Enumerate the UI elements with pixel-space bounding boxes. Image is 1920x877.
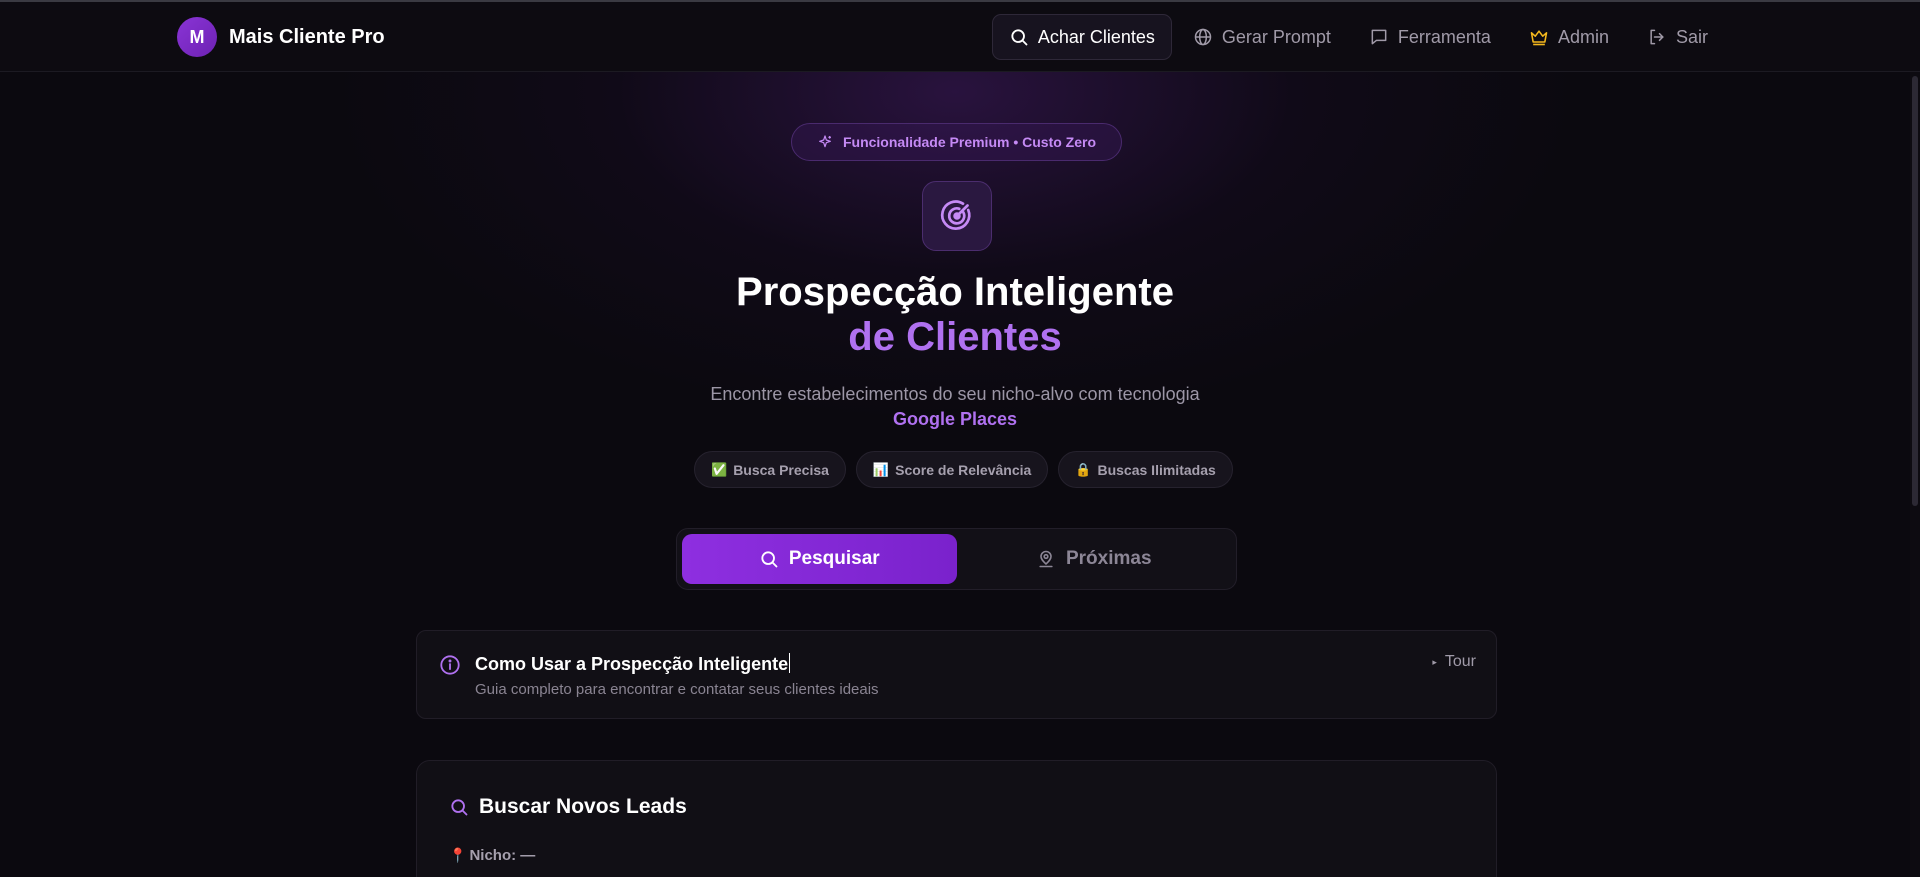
feature-pill-label: Buscas Ilimitadas [1097, 461, 1216, 478]
brand-name: Mais Cliente Pro [229, 25, 385, 48]
niche-label: 📍 Nicho: — [449, 847, 535, 864]
nav-item-label: Sair [1675, 26, 1708, 47]
nav-item-achar-clientes[interactable]: Achar Clientes [991, 14, 1172, 60]
play-icon: ▸ [1432, 656, 1437, 667]
page-title-highlight: de Clientes [848, 315, 1062, 359]
help-title: Como Usar a Prospecção Inteligente [475, 653, 791, 675]
help-guide-card[interactable]: Como Usar a Prospecção Inteligente Guia … [416, 630, 1497, 719]
page-title: Prospecção Inteligente [736, 270, 1174, 314]
hero-icon-box [922, 181, 992, 251]
bar-chart-icon: 📊 [872, 461, 890, 477]
tab-pesquisar[interactable]: Pesquisar [682, 534, 957, 584]
feature-pills: ✅ Busca Precisa 📊 Score de Relevância 🔒 … [694, 451, 1233, 488]
feature-pill-label: Busca Precisa [733, 461, 829, 478]
feature-pill-busca-precisa: ✅ Busca Precisa [694, 451, 846, 488]
tab-label: Próximas [1065, 548, 1152, 569]
sparkles-icon [819, 135, 831, 148]
check-icon: ✅ [711, 461, 728, 477]
nav-item-admin[interactable]: Admin [1512, 14, 1626, 60]
badge-label: Funcionalidade Premium • Custo Zero [842, 134, 1097, 150]
top-navbar: M Mais Cliente Pro Achar Clientes Gerar … [0, 2, 1920, 72]
page-scrollbar[interactable] [1910, 72, 1920, 877]
nav-item-gerar-prompt[interactable]: Gerar Prompt [1176, 14, 1348, 60]
search-icon [451, 799, 468, 816]
message-square-icon [1371, 29, 1387, 45]
tab-label: Pesquisar [788, 548, 880, 569]
main-nav: Achar Clientes Gerar Prompt Ferramenta A… [991, 14, 1725, 60]
nav-item-label: Gerar Prompt [1221, 26, 1331, 47]
search-card-header: Buscar Novos Leads [449, 795, 687, 819]
search-icon [1011, 29, 1028, 46]
mode-tabs: Pesquisar Próximas [676, 528, 1237, 590]
nav-item-ferramenta[interactable]: Ferramenta [1352, 14, 1508, 60]
search-card-title: Buscar Novos Leads [479, 795, 687, 818]
map-pin-user-icon [1039, 550, 1053, 568]
niche-text: Nicho: — [469, 847, 536, 864]
lock-icon: 🔒 [1075, 461, 1092, 477]
tab-proximas[interactable]: Próximas [957, 534, 1232, 584]
scrollbar-thumb[interactable] [1912, 76, 1918, 506]
logout-icon [1650, 29, 1664, 45]
brand-logo: M [177, 17, 217, 57]
page-subtitle-highlight: Google Places [892, 409, 1018, 429]
globe-icon [1194, 28, 1212, 46]
text-caret [789, 653, 791, 673]
feature-pill-label: Score de Relevância [895, 461, 1032, 478]
map-pin-icon: 📍 [449, 847, 467, 863]
nav-item-label: Achar Clientes [1037, 26, 1155, 47]
tour-button[interactable]: ▸ Tour [1432, 653, 1476, 671]
crown-icon [1530, 30, 1548, 46]
nav-item-sair[interactable]: Sair [1630, 14, 1725, 60]
page-subtitle: Encontre estabelecimentos do seu nicho-a… [710, 384, 1200, 404]
search-icon [761, 551, 778, 568]
nav-item-label: Admin [1557, 26, 1609, 47]
premium-badge: Funcionalidade Premium • Custo Zero [791, 123, 1122, 161]
help-description: Guia completo para encontrar e contatar … [475, 681, 879, 698]
brand[interactable]: M Mais Cliente Pro [177, 17, 385, 57]
feature-pill-score: 📊 Score de Relevância [855, 451, 1049, 488]
radar-icon [940, 200, 971, 230]
tour-label: Tour [1444, 653, 1476, 670]
nav-item-label: Ferramenta [1397, 26, 1491, 47]
info-icon [440, 655, 460, 675]
help-title-text: Como Usar a Prospecção Inteligente [475, 654, 789, 674]
search-leads-card: Buscar Novos Leads 📍 Nicho: — [416, 760, 1497, 877]
feature-pill-ilimitadas: 🔒 Buscas Ilimitadas [1058, 451, 1233, 488]
